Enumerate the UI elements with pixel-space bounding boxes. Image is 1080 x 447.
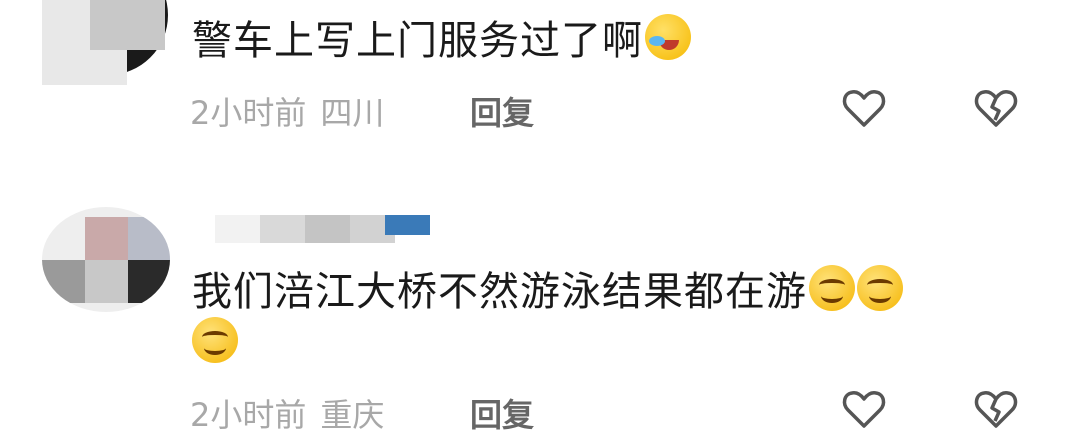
comment-location: 四川 [320, 94, 385, 132]
heart-outline-icon [842, 90, 886, 127]
broken-heart-outline-icon [974, 391, 1018, 428]
comment-meta: 2小时前 四川 [190, 88, 384, 134]
smiling-face-emoji-icon [857, 265, 903, 311]
comment-meta: 2小时前 重庆 [190, 390, 384, 436]
avatar[interactable] [42, 207, 170, 312]
comment-item: 警车上写上门服务过了啊 2小时前 四川 回复 [0, 0, 1080, 160]
reply-button[interactable]: 回复 [470, 390, 534, 436]
comment-text-continued [192, 317, 238, 368]
comment-text-content: 警车上写上门服务过了啊 [192, 18, 643, 64]
broken-heart-outline-icon [974, 90, 1018, 127]
dislike-button[interactable] [972, 84, 1020, 132]
comment-time: 2小时前 [190, 94, 307, 132]
avatar-mosaic [90, 0, 165, 50]
dislike-button[interactable] [972, 385, 1020, 433]
like-button[interactable] [840, 84, 888, 132]
smiling-face-emoji-icon [809, 265, 855, 311]
reply-button[interactable]: 回复 [470, 88, 534, 134]
comment-text-content: 我们涪江大桥不然游泳结果都在游 [192, 269, 807, 315]
comment-text: 警车上写上门服务过了啊 [192, 14, 691, 65]
comment-location: 重庆 [320, 396, 385, 434]
comment-time: 2小时前 [190, 396, 307, 434]
comment-item: 我们涪江大桥不然游泳结果都在游 2小时前 重庆 回复 [0, 205, 1080, 447]
like-button[interactable] [840, 385, 888, 433]
laughing-with-tears-emoji-icon [645, 14, 691, 60]
heart-outline-icon [842, 391, 886, 428]
smiling-face-emoji-icon [192, 317, 238, 363]
comment-text: 我们涪江大桥不然游泳结果都在游 [192, 265, 903, 316]
